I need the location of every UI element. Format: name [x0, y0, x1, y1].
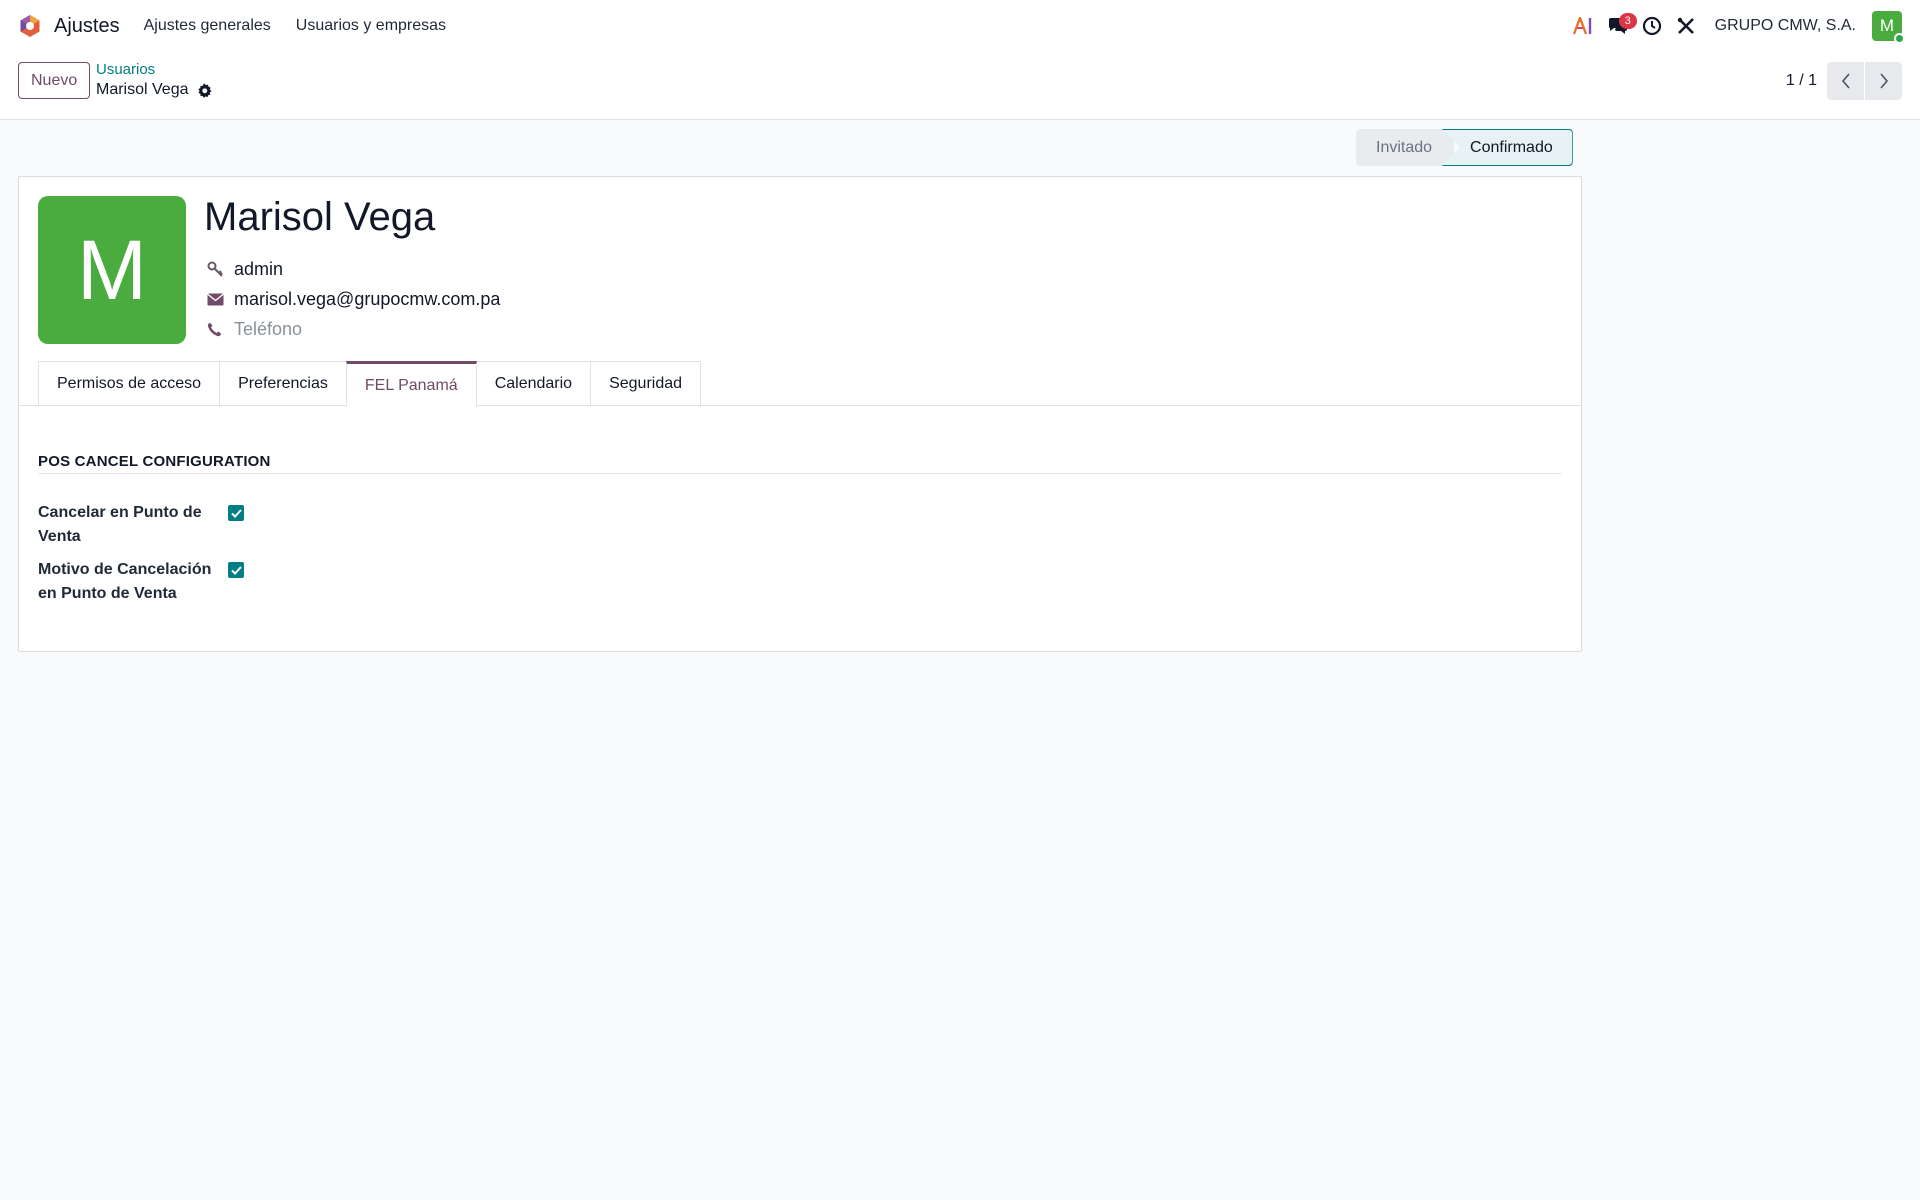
- phone-placeholder: Teléfono: [234, 319, 303, 339]
- company-switcher[interactable]: GRUPO CMW, S.A.: [1715, 17, 1856, 35]
- pager-previous-button[interactable]: [1827, 62, 1864, 100]
- form-sheet: M Marisol Vega admin marisol.vega@grupoc…: [18, 176, 1582, 652]
- notebook-tabs: Permisos de acceso Preferencias FEL Pana…: [38, 361, 702, 406]
- navbar-systray: 3 GRUPO CMW, S.A. M: [1567, 0, 1905, 52]
- phone-field[interactable]: Teléfono: [207, 319, 302, 340]
- app-logo-icon[interactable]: [18, 14, 42, 38]
- user-photo-initial: M: [77, 222, 147, 317]
- breadcrumb-current-label: Marisol Vega: [96, 81, 189, 98]
- cancel-reason-pos-checkbox[interactable]: [228, 562, 244, 578]
- online-status-dot: [1894, 33, 1905, 44]
- status-confirmado[interactable]: Confirmado: [1442, 129, 1573, 166]
- cancel-pos-checkbox[interactable]: [228, 505, 244, 521]
- key-icon: [207, 261, 227, 278]
- breadcrumb-current: Marisol Vega: [96, 81, 212, 99]
- chevron-right-icon: [1879, 73, 1888, 89]
- tab-seguridad[interactable]: Seguridad: [590, 361, 702, 405]
- tab-permisos-acceso[interactable]: Permisos de acceso: [38, 361, 221, 405]
- breadcrumb-users-link[interactable]: Usuarios: [96, 61, 155, 78]
- cancel-pos-label: Cancelar en Punto de Venta: [38, 504, 202, 545]
- envelope-icon: [207, 293, 227, 306]
- checkmark-icon: [230, 508, 242, 518]
- user-avatar-initial: M: [1879, 16, 1895, 35]
- login-value: admin: [234, 259, 284, 279]
- debug-tools-icon[interactable]: [1669, 9, 1703, 43]
- app-name[interactable]: Ajustes: [54, 15, 120, 38]
- tab-divider: [19, 405, 1581, 406]
- status-invitado[interactable]: Invitado: [1356, 129, 1455, 166]
- gear-icon[interactable]: [197, 82, 212, 98]
- checkmark-icon: [230, 565, 242, 575]
- tab-preferencias[interactable]: Preferencias: [219, 361, 347, 405]
- section-divider: [38, 473, 1562, 474]
- new-button[interactable]: Nuevo: [18, 62, 91, 99]
- pager-value[interactable]: 1 / 1: [1786, 72, 1817, 90]
- email-field[interactable]: marisol.vega@grupocmw.com.pa: [207, 289, 500, 310]
- control-panel: Nuevo Usuarios Marisol Vega 1 / 1: [0, 52, 1920, 120]
- top-navbar: Ajustes Ajustes generales Usuarios y emp…: [0, 0, 1920, 52]
- pager-next-button[interactable]: [1865, 62, 1902, 100]
- user-photo[interactable]: M: [38, 196, 186, 344]
- messages-icon[interactable]: 3: [1601, 9, 1637, 43]
- ai-icon[interactable]: [1567, 9, 1601, 43]
- user-avatar[interactable]: M: [1872, 11, 1905, 44]
- email-value: marisol.vega@grupocmw.com.pa: [234, 289, 501, 309]
- phone-icon: [207, 322, 227, 337]
- login-field[interactable]: admin: [207, 259, 283, 280]
- section-title: POS CANCEL CONFIGURATION: [38, 453, 271, 470]
- cancel-reason-pos-label: Motivo de Cancelación en Punto de Venta: [38, 561, 212, 602]
- pager: 1 / 1: [1786, 62, 1902, 100]
- activity-clock-icon[interactable]: [1635, 9, 1669, 43]
- menu-ajustes-generales[interactable]: Ajustes generales: [144, 17, 271, 35]
- chevron-left-icon: [1841, 73, 1850, 89]
- user-name-field[interactable]: Marisol Vega: [204, 195, 435, 240]
- tab-calendario[interactable]: Calendario: [475, 361, 592, 405]
- tab-fel-panama[interactable]: FEL Panamá: [345, 361, 477, 406]
- menu-usuarios-empresas[interactable]: Usuarios y empresas: [296, 17, 446, 35]
- status-bar: Invitado Confirmado: [1356, 129, 1573, 166]
